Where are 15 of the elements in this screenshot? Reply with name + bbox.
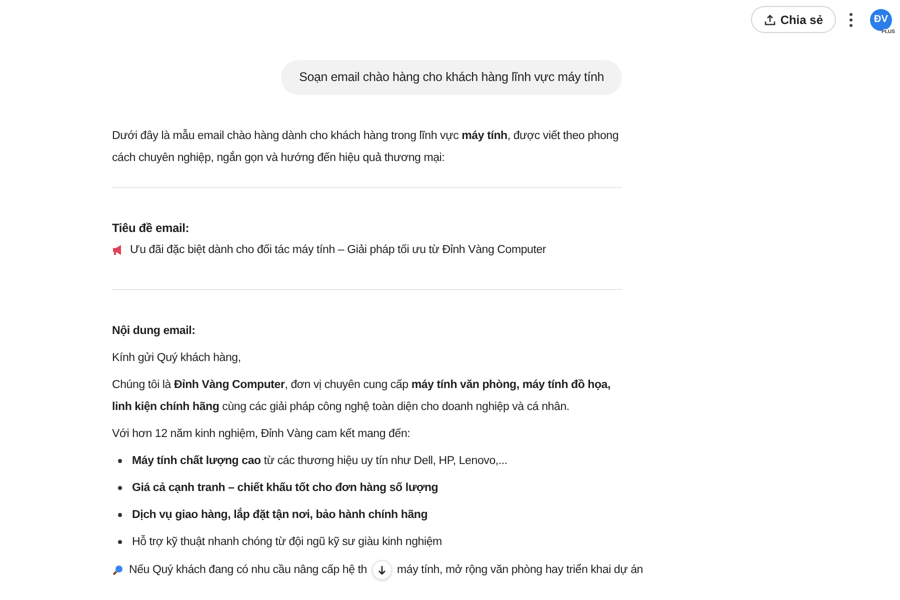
subject-heading: Tiêu đề email:	[112, 220, 190, 237]
body-text: máy tính, mở rộng văn phòng hay triển khai dự án	[397, 562, 644, 578]
body-paragraph: Chúng tôi là Đỉnh Vàng Computer, đơn vị chuyên cung cấp máy tính văn phòng, máy tính đồ họa, linh kiện chính hãng cùng các giải pháp công nghệ toàn diện cho doanh nghiệp và cá nhân.	[112, 378, 612, 415]
body-text: Nếu Quý khách đang có nhu cầu nâng cấp hệ th	[129, 562, 367, 578]
user-message: Soạn email chào hàng cho khách hàng lĩnh vực máy tính	[281, 60, 622, 95]
intro-paragraph: Dưới đây là mẫu email chào hàng dành cho khách hàng trong lĩnh vực máy tính, được viết theo phong cách chuyên nghiệp, ngắn gọn và hướng đến hiệu quả thương mại:	[112, 128, 620, 166]
list-item-text: Giá cả cạnh tranh – chiết khấu tốt cho đơn hàng số lượng	[132, 480, 438, 496]
list-item-text: Dịch vụ giao hàng, lắp đặt tận nơi, bảo hành chính hãng	[132, 506, 428, 523]
list-item-text: Hỗ trợ kỹ thuật nhanh chóng từ đội ngũ kỹ sư giàu kinh nghiệm	[132, 534, 442, 550]
body-heading: Nội dung email:	[112, 324, 196, 339]
share-button[interactable]: Chia sẻ	[751, 6, 836, 33]
subject-text: Ưu đãi đặc biệt dành cho đối tác máy tính – Giải pháp tối ưu từ Đỉnh Vàng Computer	[130, 242, 546, 258]
body-paragraph: Với hơn 12 năm kinh nghiệm, Đỉnh Vàng cam kết mang đến:	[112, 426, 412, 442]
body-paragraph: Kính gửi Quý khách hàng,	[112, 350, 242, 366]
list-item-text: Máy tính chất lượng cao từ các thương hiệu uy tín như Dell, HP, Lenovo,...	[132, 454, 508, 469]
